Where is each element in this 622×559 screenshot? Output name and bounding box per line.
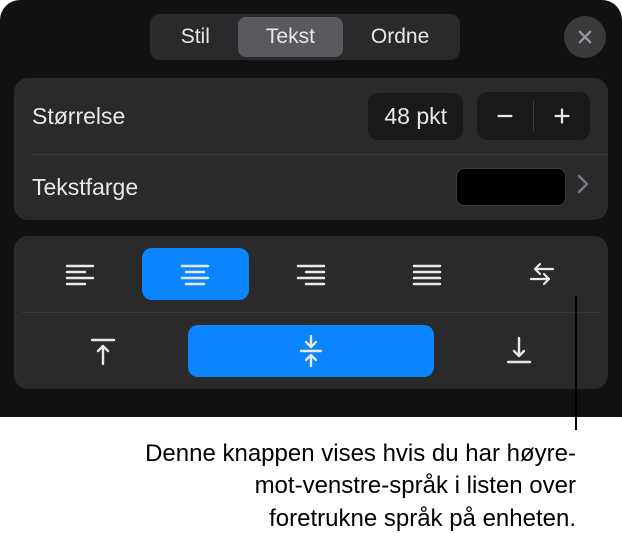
align-center-icon — [180, 262, 210, 286]
size-increase-button[interactable] — [534, 92, 590, 140]
chevron-right-icon — [576, 173, 590, 201]
size-label: Størrelse — [32, 103, 368, 130]
align-justify-icon — [412, 262, 442, 286]
size-decrease-button[interactable] — [477, 92, 533, 140]
valign-middle-button[interactable] — [188, 325, 434, 377]
horizontal-align-row — [14, 236, 608, 312]
tab-style[interactable]: Stil — [153, 17, 238, 57]
callout-text: Denne knappen vises hvis du har høyre-mo… — [140, 438, 576, 535]
tab-arrange[interactable]: Ordne — [343, 17, 457, 57]
size-stepper — [477, 92, 590, 140]
align-right-icon — [296, 262, 326, 286]
text-color-label: Tekstfarge — [32, 174, 456, 201]
align-left-icon — [65, 262, 95, 286]
size-value[interactable]: 48 pkt — [368, 93, 463, 140]
valign-middle-icon — [297, 334, 325, 368]
valign-bottom-icon — [505, 336, 533, 366]
size-row: Størrelse 48 pkt — [14, 78, 608, 154]
vertical-align-row — [22, 312, 600, 389]
alignment-section — [14, 236, 608, 389]
format-panel: Stil Tekst Ordne Størrelse 48 pkt — [0, 0, 622, 417]
text-settings-section: Størrelse 48 pkt Tekstfarge — [14, 78, 608, 220]
align-left-button[interactable] — [26, 248, 134, 300]
valign-top-icon — [89, 336, 117, 366]
text-color-row[interactable]: Tekstfarge — [14, 154, 608, 220]
align-justify-button[interactable] — [373, 248, 481, 300]
valign-top-button[interactable] — [26, 325, 180, 377]
plus-icon — [551, 105, 573, 127]
text-direction-button[interactable] — [488, 248, 596, 300]
callout-leader-line — [575, 296, 577, 430]
tab-bar: Stil Tekst Ordne — [150, 14, 461, 60]
valign-bottom-button[interactable] — [442, 325, 596, 377]
panel-header: Stil Tekst Ordne — [0, 0, 622, 74]
text-color-swatch[interactable] — [456, 168, 566, 206]
close-icon — [576, 28, 594, 46]
text-direction-icon — [527, 261, 557, 287]
minus-icon — [494, 105, 516, 127]
align-right-button[interactable] — [257, 248, 365, 300]
tab-text[interactable]: Tekst — [238, 17, 343, 57]
align-center-button[interactable] — [142, 248, 250, 300]
close-button[interactable] — [564, 16, 606, 58]
